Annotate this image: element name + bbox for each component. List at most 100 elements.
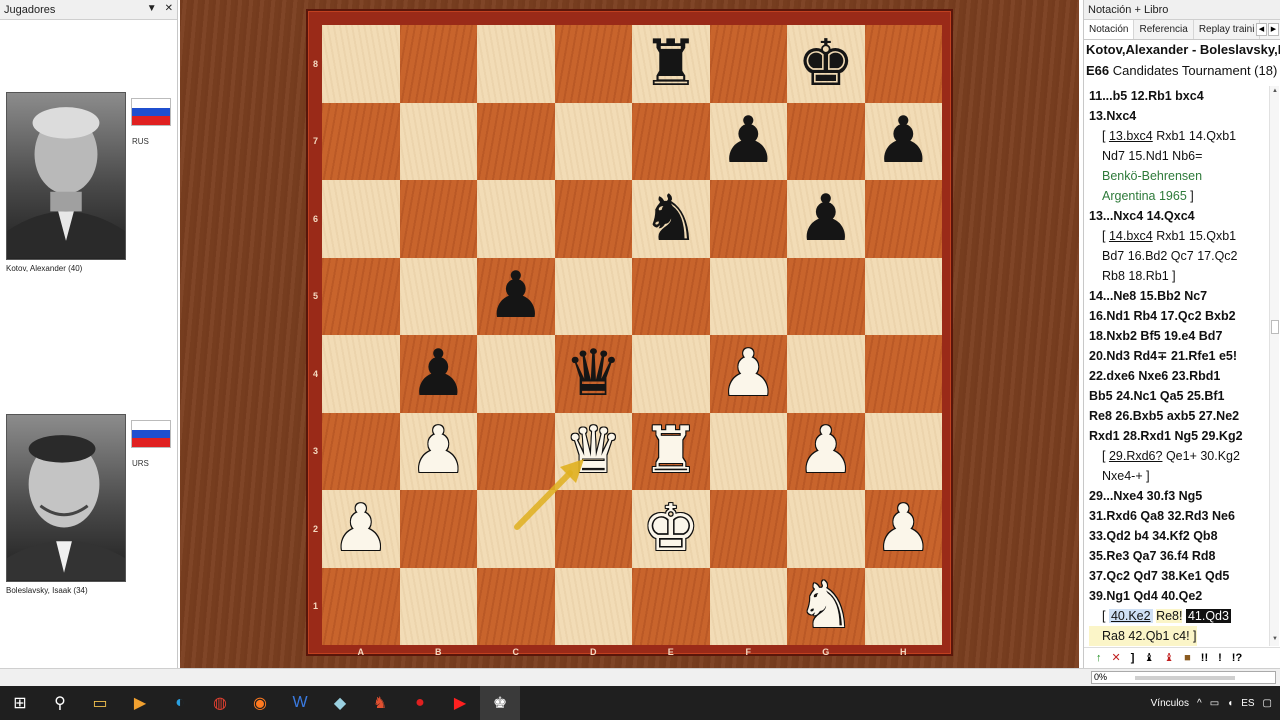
square-g7[interactable] <box>787 102 865 180</box>
square-f1[interactable]: F <box>709 567 787 657</box>
tray-expand-icon[interactable]: ^ <box>1197 698 1202 709</box>
square-h6[interactable] <box>864 180 942 258</box>
tab-replay-training[interactable]: Replay traini <box>1194 20 1261 39</box>
brilliant-move-button[interactable]: !! <box>1201 652 1208 664</box>
square-h1[interactable]: H <box>864 567 942 657</box>
square-d2[interactable] <box>554 490 632 568</box>
black-queen-icon[interactable]: ♛ <box>565 342 622 406</box>
square-h8[interactable] <box>864 25 942 103</box>
white-pawn-icon[interactable]: ♟ <box>720 342 777 406</box>
variation-line[interactable]: Nd7 15.Nd1 Nb6= <box>1089 146 1269 166</box>
square-e5[interactable] <box>632 257 710 335</box>
square-c1[interactable]: C <box>477 567 555 657</box>
square-h5[interactable] <box>864 257 942 335</box>
move-line[interactable]: 29...Nxe4 30.f3 Ng5 <box>1089 486 1269 506</box>
tab-notacion[interactable]: Notación <box>1084 20 1135 39</box>
search-icon[interactable]: ⚲ <box>40 686 80 720</box>
chess-board[interactable]: 8 ♜ ♚ 7 ♟ ♟ 6 ♞ ♟ 5 ♟ 4 ♟ ♛ ♟ 3 ♟ ♛ ♜ ♟ ♟ 2 ♚ ♟ 1 A B C D E F ♞ G H <box>313 25 942 657</box>
black-knight-icon[interactable]: ♞ <box>642 187 699 251</box>
media-player-icon[interactable]: ▶ <box>120 686 160 720</box>
record-icon[interactable]: ● <box>400 686 440 720</box>
variation-line[interactable]: [ 40.Ke2 Re8! 41.Qd3 <box>1089 606 1269 626</box>
square-f6[interactable] <box>709 180 787 258</box>
white-rook-icon[interactable]: ♜ <box>642 419 699 483</box>
square-c7[interactable] <box>477 102 555 180</box>
square-d1[interactable]: D <box>554 567 632 657</box>
network-icon[interactable]: ▭ <box>1210 698 1219 709</box>
square-b8[interactable] <box>399 25 477 103</box>
square-g6[interactable]: ♟ <box>787 180 865 258</box>
move-line[interactable]: Re8 26.Bxb5 axb5 27.Ne2 <box>1089 406 1269 426</box>
move-line[interactable]: 20.Nd3 Rd4∓ 21.Rfe1 e5! <box>1089 346 1269 366</box>
move-line[interactable]: 37.Qc2 Qd7 38.Ke1 Qd5 <box>1089 566 1269 586</box>
chrome-browser-icon[interactable]: ◍ <box>200 686 240 720</box>
notes-app-icon[interactable]: ◆ <box>320 686 360 720</box>
white-pawn-icon[interactable]: ♟ <box>875 497 932 561</box>
square-e4[interactable] <box>632 335 710 413</box>
variation-line[interactable]: Nxe4-+ ] <box>1089 466 1269 486</box>
square-b5[interactable] <box>399 257 477 335</box>
black-pawn-icon[interactable]: ♟ <box>487 264 544 328</box>
square-d5[interactable] <box>554 257 632 335</box>
volume-icon[interactable]: ◖ <box>1227 698 1233 709</box>
square-f2[interactable] <box>709 490 787 568</box>
square-a7[interactable]: 7 <box>313 102 400 180</box>
black-pawn-icon[interactable]: ♟ <box>875 109 932 173</box>
black-rook-icon[interactable]: ♜ <box>642 32 699 96</box>
variation-line[interactable]: Ra8 42.Qb1 c4! ] <box>1089 626 1197 646</box>
square-e1[interactable]: E <box>632 567 710 657</box>
square-e7[interactable] <box>632 102 710 180</box>
square-c3[interactable] <box>477 412 555 490</box>
black-pawn-icon[interactable]: ♟ <box>797 187 854 251</box>
square-e2[interactable]: ♚ <box>632 490 710 568</box>
chessbase-app-icon[interactable]: ♚ <box>480 686 520 720</box>
interesting-move-button[interactable]: !? <box>1232 652 1242 664</box>
move-line[interactable]: 13.Nxc4 <box>1089 106 1269 126</box>
square-h3[interactable] <box>864 412 942 490</box>
chess-engine-icon[interactable]: ♞ <box>360 686 400 720</box>
move-list-scrollbar[interactable]: ▲ ▼ <box>1269 86 1279 646</box>
square-f3[interactable] <box>709 412 787 490</box>
square-a4[interactable]: 4 <box>313 335 400 413</box>
square-d7[interactable] <box>554 102 632 180</box>
word-icon[interactable]: W <box>280 686 320 720</box>
square-e8[interactable]: ♜ <box>632 25 710 103</box>
square-g8[interactable]: ♚ <box>787 25 865 103</box>
move-line[interactable]: Bb5 24.Nc1 Qa5 25.Bf1 <box>1089 386 1269 406</box>
black-pawn-icon[interactable]: ♟ <box>410 342 467 406</box>
square-c6[interactable] <box>477 180 555 258</box>
white-king-icon[interactable]: ♚ <box>642 497 699 561</box>
square-a6[interactable]: 6 <box>313 180 400 258</box>
youtube-icon[interactable]: ▶ <box>440 686 480 720</box>
square-h7[interactable]: ♟ <box>864 102 942 180</box>
board-icon[interactable]: ■ <box>1184 652 1191 664</box>
square-g3[interactable]: ♟ <box>787 412 865 490</box>
square-a5[interactable]: 5 <box>313 257 400 335</box>
square-e3[interactable]: ♜ <box>632 412 710 490</box>
square-a3[interactable]: 3 <box>313 412 400 490</box>
square-d4[interactable]: ♛ <box>554 335 632 413</box>
square-f4[interactable]: ♟ <box>709 335 787 413</box>
black-pawn-icon[interactable]: ♟ <box>720 109 777 173</box>
square-f5[interactable] <box>709 257 787 335</box>
square-c8[interactable] <box>477 25 555 103</box>
scroll-up-icon[interactable]: ▲ <box>1271 88 1279 96</box>
tab-referencia[interactable]: Referencia <box>1134 20 1194 39</box>
square-a8[interactable]: 8 <box>313 25 400 103</box>
variation-line[interactable]: Rb8 18.Rb1 ] <box>1089 266 1269 286</box>
square-f8[interactable] <box>709 25 787 103</box>
square-c5[interactable]: ♟ <box>477 257 555 335</box>
tab-scroll-left-icon[interactable]: ◀ <box>1256 23 1267 36</box>
white-queen-icon[interactable]: ♛ <box>565 419 622 483</box>
move-line[interactable]: 33.Qd2 b4 34.Kf2 Qb8 <box>1089 526 1269 546</box>
white-pawn-icon[interactable]: ♟ <box>332 497 389 561</box>
square-h2[interactable]: ♟ <box>864 490 942 568</box>
white-pawn-icon[interactable]: ♟ <box>410 419 467 483</box>
move-line[interactable]: 13...Nxc4 14.Qxc4 <box>1089 206 1269 226</box>
start-icon[interactable]: ⊞ <box>0 686 40 720</box>
variation-line[interactable]: [ 13.bxc4 Rxb1 14.Qxb1 <box>1089 126 1269 146</box>
edge-browser-icon[interactable]: ◐ <box>160 686 200 720</box>
square-a2[interactable]: ♟ 2 <box>313 490 400 568</box>
red-bishop-icon[interactable]: ♝ <box>1164 651 1174 664</box>
move-line[interactable]: 39.Ng1 Qd4 40.Qe2 <box>1089 586 1269 606</box>
